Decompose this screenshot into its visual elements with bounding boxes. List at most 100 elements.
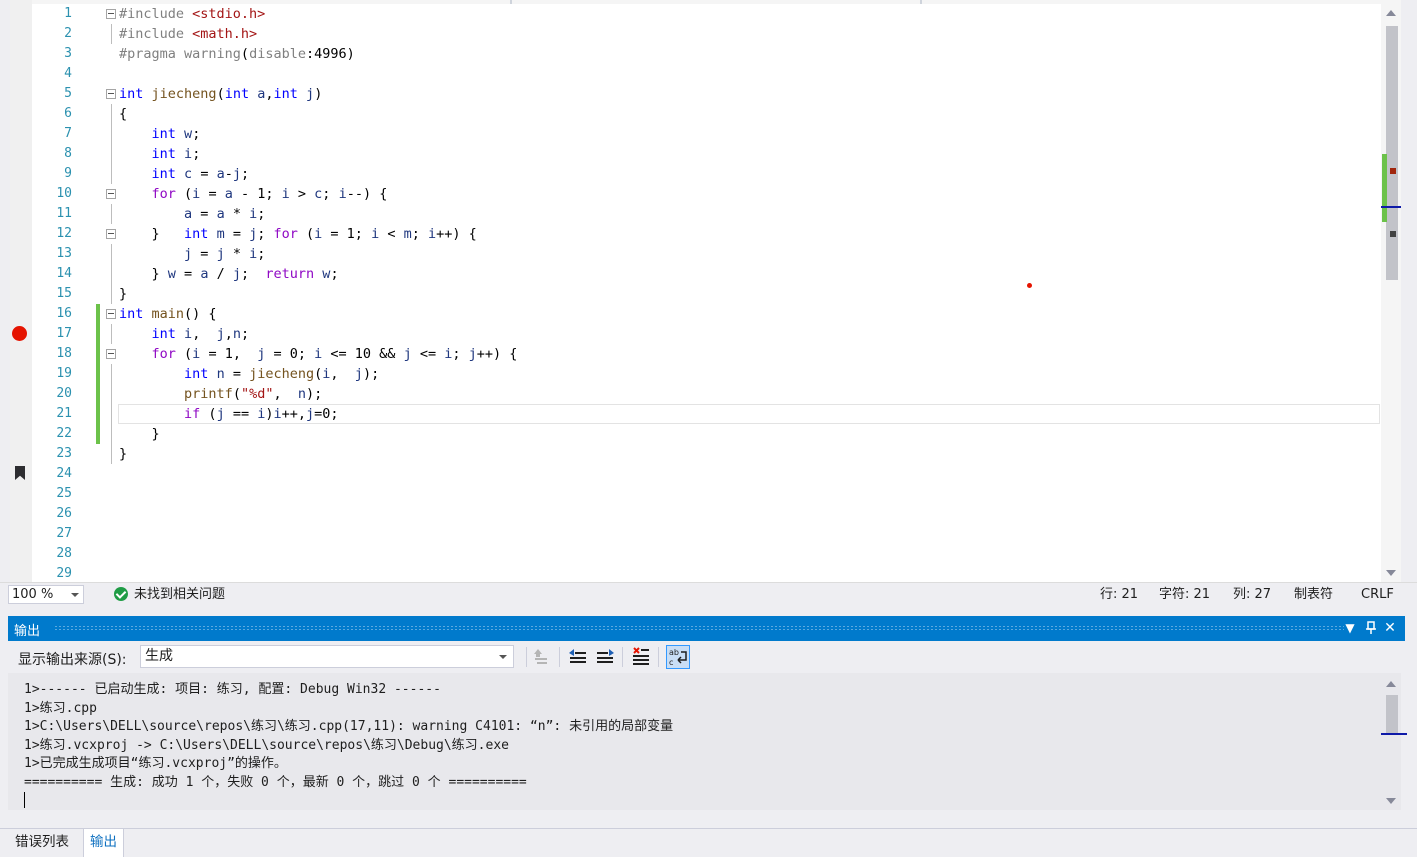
code-token: a [216,166,225,182]
collapse-icon[interactable] [106,349,116,359]
line-number: 29 [56,566,72,581]
output-text-area[interactable]: 1>------ 已启动生成: 项目: 练习, 配置: Debug Win32 … [8,673,1381,810]
code-token: <math.h> [192,26,258,42]
breakpoint-icon[interactable] [12,326,27,341]
tab-output[interactable]: 输出 [83,829,124,857]
code-line[interactable] [104,464,1374,484]
code-token: ) [314,86,323,102]
code-line[interactable]: int i, j,n; [104,324,1374,344]
code-text: printf("%d", n); [119,384,322,404]
outline-guide [111,424,112,444]
scrollbar-thumb[interactable] [1386,695,1398,733]
code-token: ; [192,126,201,142]
code-area[interactable]: #include <stdio.h> #include <math.h> #prag… [104,4,1380,584]
code-line[interactable]: } int m = j; for (i = 1; i < m; i++) { [104,224,1374,244]
code-line[interactable]: #pragma warning(disable:4996) [104,44,1374,64]
outline-guide [111,384,112,404]
code-line[interactable] [104,64,1374,84]
code-line[interactable]: { [104,104,1374,124]
editor-vertical-scrollbar[interactable] [1381,4,1407,582]
code-token: m [216,226,225,242]
code-line[interactable]: int w; [104,124,1374,144]
code-line[interactable]: } [104,424,1374,444]
collapse-icon[interactable] [106,89,116,99]
code-line[interactable]: for (i = a - 1; i > c; i--) { [104,184,1374,204]
code-line[interactable]: int i; [104,144,1374,164]
code-line[interactable]: a = a * i; [104,204,1374,224]
code-line[interactable] [104,484,1374,504]
code-line[interactable]: } w = a / j; return w; [104,264,1374,284]
code-text: #pragma warning(disable:4996) [119,44,355,64]
collapse-icon[interactable] [106,309,116,319]
code-token: ++, [281,406,307,422]
scroll-up-arrow-icon[interactable] [1386,10,1396,16]
tab-error-list[interactable]: 错误列表 [9,829,75,857]
code-token: int [151,166,176,182]
code-line[interactable] [104,564,1374,584]
code-line[interactable]: j = j * i; [104,244,1374,264]
code-text: int jiecheng(int a,int j) [119,84,322,104]
code-line[interactable]: int jiecheng(int a,int j) [104,84,1374,104]
outline-guide [111,264,112,284]
code-text: int c = a-j; [119,164,250,184]
code-line[interactable] [104,504,1374,524]
output-vertical-scrollbar[interactable] [1381,673,1407,810]
code-line[interactable] [104,524,1374,544]
line-number: 13 [56,246,72,261]
line-indicator[interactable]: 行: 21 [1100,586,1138,604]
code-line[interactable]: } [104,444,1374,464]
code-line[interactable] [104,544,1374,564]
scroll-down-arrow-icon[interactable] [1386,570,1396,576]
chevron-down-icon [71,593,79,597]
previous-message-icon[interactable] [566,645,590,669]
code-line[interactable]: for (i = 1, j = 0; i <= 10 && j <= i; j+… [104,344,1374,364]
code-line[interactable]: int n = jiecheng(i, j); [104,364,1374,384]
word-wrap-toggle-icon[interactable]: ab c [666,645,690,669]
find-message-in-code-icon[interactable] [530,645,554,669]
code-token: j [403,346,412,362]
code-token: j [232,266,241,282]
line-number: 5 [64,86,72,101]
close-icon[interactable]: ✕ [1382,619,1398,637]
output-source-select[interactable]: 生成 [140,645,514,668]
collapse-icon[interactable] [106,229,116,239]
code-line[interactable]: #include <math.h> [104,24,1374,44]
issues-indicator[interactable]: 未找到相关问题 [114,586,225,604]
code-line[interactable]: printf("%d", n); [104,384,1374,404]
output-source-value: 生成 [145,648,173,664]
outline-guide [111,284,112,304]
code-token: = 1; [322,226,372,242]
bookmark-icon[interactable] [15,466,25,480]
pin-icon[interactable] [1363,619,1379,637]
collapse-icon[interactable] [106,9,116,19]
code-line[interactable]: if (j == i)i++,j=0; [104,404,1380,424]
line-ending-indicator[interactable]: CRLF [1361,586,1394,604]
code-editor[interactable]: 1 2 3 4 5 6 7 8 9 10 11 12 13 14 15 16 17 18 19 20 21 22 23 24 2… [0,0,1417,582]
code-line[interactable]: } [104,284,1374,304]
code-token: > [289,186,315,202]
output-pane-title-bar[interactable]: 输出 ▼ ✕ [8,616,1405,641]
next-message-icon[interactable] [593,645,617,669]
column-indicator[interactable]: 列: 27 [1233,586,1271,604]
code-line[interactable]: int c = a-j; [104,164,1374,184]
code-token: i [184,146,193,162]
code-token: i [338,186,347,202]
line-number: 19 [56,366,72,381]
code-line[interactable]: int main() { [104,304,1374,324]
scroll-up-arrow-icon[interactable] [1386,681,1396,687]
glyph-margin[interactable] [10,0,32,582]
indent-indicator[interactable]: 制表符 [1294,586,1333,604]
code-token: / [208,266,233,282]
code-token: ( [175,346,193,362]
code-token: i [428,226,437,242]
code-line[interactable]: #include <stdio.h> [104,4,1374,24]
clear-all-icon[interactable] [629,645,653,669]
window-position-icon[interactable]: ▼ [1342,619,1358,637]
zoom-dropdown[interactable]: 100 % [8,585,84,604]
scrollbar-thumb[interactable] [1386,26,1398,280]
collapse-icon[interactable] [106,189,116,199]
char-indicator[interactable]: 字符: 21 [1159,586,1210,604]
scroll-down-arrow-icon[interactable] [1386,798,1396,804]
